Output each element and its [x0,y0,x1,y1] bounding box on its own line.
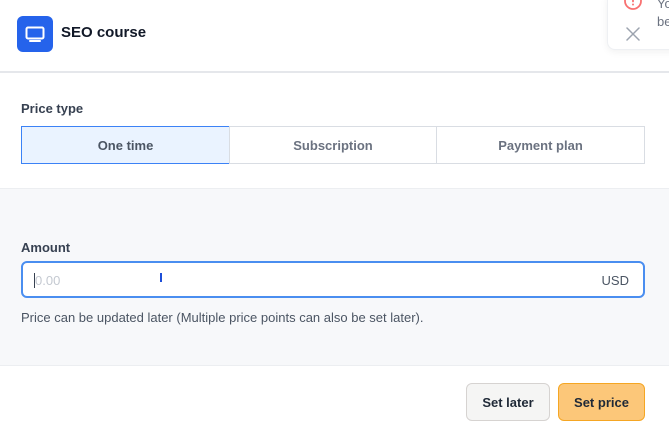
tab-subscription[interactable]: Subscription [229,126,437,164]
text-caret [34,273,35,288]
toast-notification: Yo be [607,0,669,50]
tab-label: Subscription [293,137,373,153]
alert-circle-icon [623,0,643,13]
price-dialog: SEO course Yo be Price type One time Sub… [0,0,669,430]
price-type-section: Price type One time Subscription Payment… [0,74,669,188]
set-price-button[interactable]: Set price [558,383,645,421]
amount-section: Amount 0.00 USD Price can be updated lat… [0,188,669,366]
tab-label: One time [97,137,154,153]
dialog-footer: Set later Set price [0,367,669,430]
mouse-cursor-icon [160,273,162,282]
toast-message: Yo be [657,0,669,29]
amount-label: Amount [21,240,71,255]
page-title: SEO course [61,24,147,41]
amount-placeholder: 0.00 [35,273,61,288]
tab-one-time[interactable]: One time [21,126,230,164]
amount-input[interactable]: 0.00 USD [21,261,645,298]
close-icon[interactable] [626,27,640,41]
currency-label: USD [601,273,629,288]
dialog-header: SEO course [0,0,669,73]
set-later-button[interactable]: Set later [466,383,550,421]
helper-text: Price can be updated later (Multiple pri… [21,310,424,325]
monitor-icon [17,16,53,52]
price-type-label: Price type [21,101,84,116]
tab-label: Payment plan [498,137,583,153]
tab-payment-plan[interactable]: Payment plan [436,126,645,164]
